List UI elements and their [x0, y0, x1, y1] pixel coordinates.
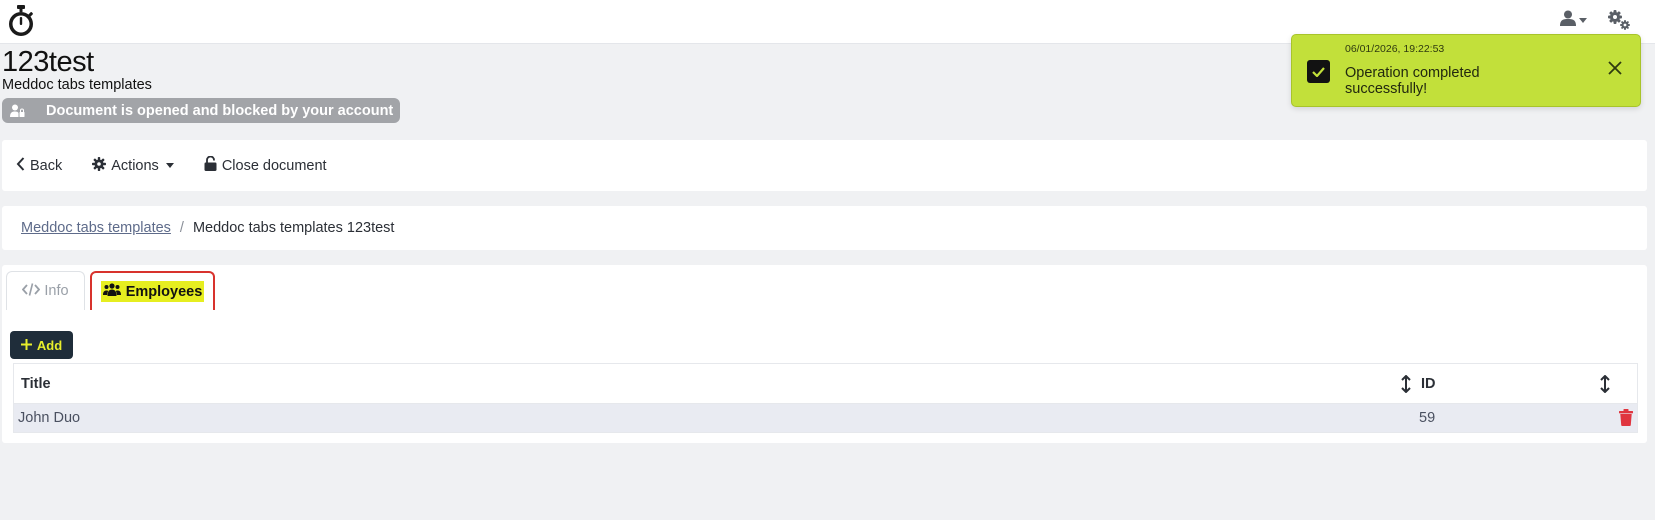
user-menu-button[interactable] [1560, 9, 1592, 31]
close-document-button[interactable]: Close document [204, 155, 327, 175]
tab-employees[interactable]: Employees [90, 271, 215, 310]
chevron-left-icon [16, 156, 25, 175]
content-panel: Info Employees Add Title ID John Duo 59 [2, 265, 1647, 443]
table-header: Title ID [14, 364, 1637, 404]
user-lock-icon [10, 104, 26, 118]
gears-icon[interactable] [1607, 9, 1631, 31]
document-title: 123test [2, 46, 94, 78]
sort-id-icon[interactable] [1599, 374, 1611, 394]
lock-message: Document is opened and blocked by your a… [46, 102, 394, 119]
row-title: John Duo [18, 410, 81, 426]
add-label: Add [36, 337, 63, 353]
breadcrumb-separator: / [179, 220, 184, 236]
user-icon [1560, 10, 1576, 31]
stopwatch-icon[interactable] [7, 5, 35, 37]
plus-icon [20, 338, 32, 353]
actions-dropdown[interactable]: Actions [92, 156, 174, 175]
tab-info[interactable]: Info [6, 271, 85, 310]
trash-icon[interactable] [1619, 409, 1633, 426]
chevron-down-icon [1579, 17, 1587, 23]
sort-title-icon[interactable] [1400, 374, 1412, 394]
users-icon [102, 283, 121, 300]
row-id: 59 [1419, 410, 1436, 426]
document-subtitle: Meddoc tabs templates [2, 77, 152, 93]
column-header-id[interactable]: ID [1421, 364, 1436, 404]
document-lock-badge: Document is opened and blocked by your a… [2, 98, 400, 123]
gear-icon [92, 156, 107, 175]
table-row[interactable]: John Duo 59 [14, 404, 1637, 432]
caret-down-icon [165, 163, 174, 168]
check-icon [1307, 60, 1330, 83]
close-icon[interactable] [1606, 59, 1624, 77]
employees-table: Title ID John Duo 59 [13, 363, 1638, 433]
breadcrumb-current: Meddoc tabs templates 123test [192, 220, 395, 236]
back-label: Back [30, 157, 63, 174]
add-button[interactable]: Add [10, 331, 73, 359]
tab-employees-label: Employees [125, 283, 203, 300]
tab-employees-highlight: Employees [100, 281, 205, 302]
breadcrumb-parent-link[interactable]: Meddoc tabs templates [21, 220, 171, 236]
code-icon [22, 282, 41, 300]
column-header-title[interactable]: Title [21, 364, 51, 404]
success-toast: 06/01/2026, 19:22:53 Operation completed… [1291, 34, 1641, 107]
breadcrumb: Meddoc tabs templates / Meddoc tabs temp… [2, 206, 1647, 250]
document-toolbar: Back Actions Close document [2, 140, 1647, 191]
tab-info-label: Info [44, 283, 69, 299]
toast-timestamp: 06/01/2026, 19:22:53 [1345, 43, 1445, 55]
close-document-label: Close document [221, 157, 327, 174]
toast-message: Operation completed successfully! [1345, 65, 1480, 97]
actions-label: Actions [111, 157, 159, 174]
unlock-icon [204, 155, 217, 175]
back-button[interactable]: Back [16, 156, 63, 175]
